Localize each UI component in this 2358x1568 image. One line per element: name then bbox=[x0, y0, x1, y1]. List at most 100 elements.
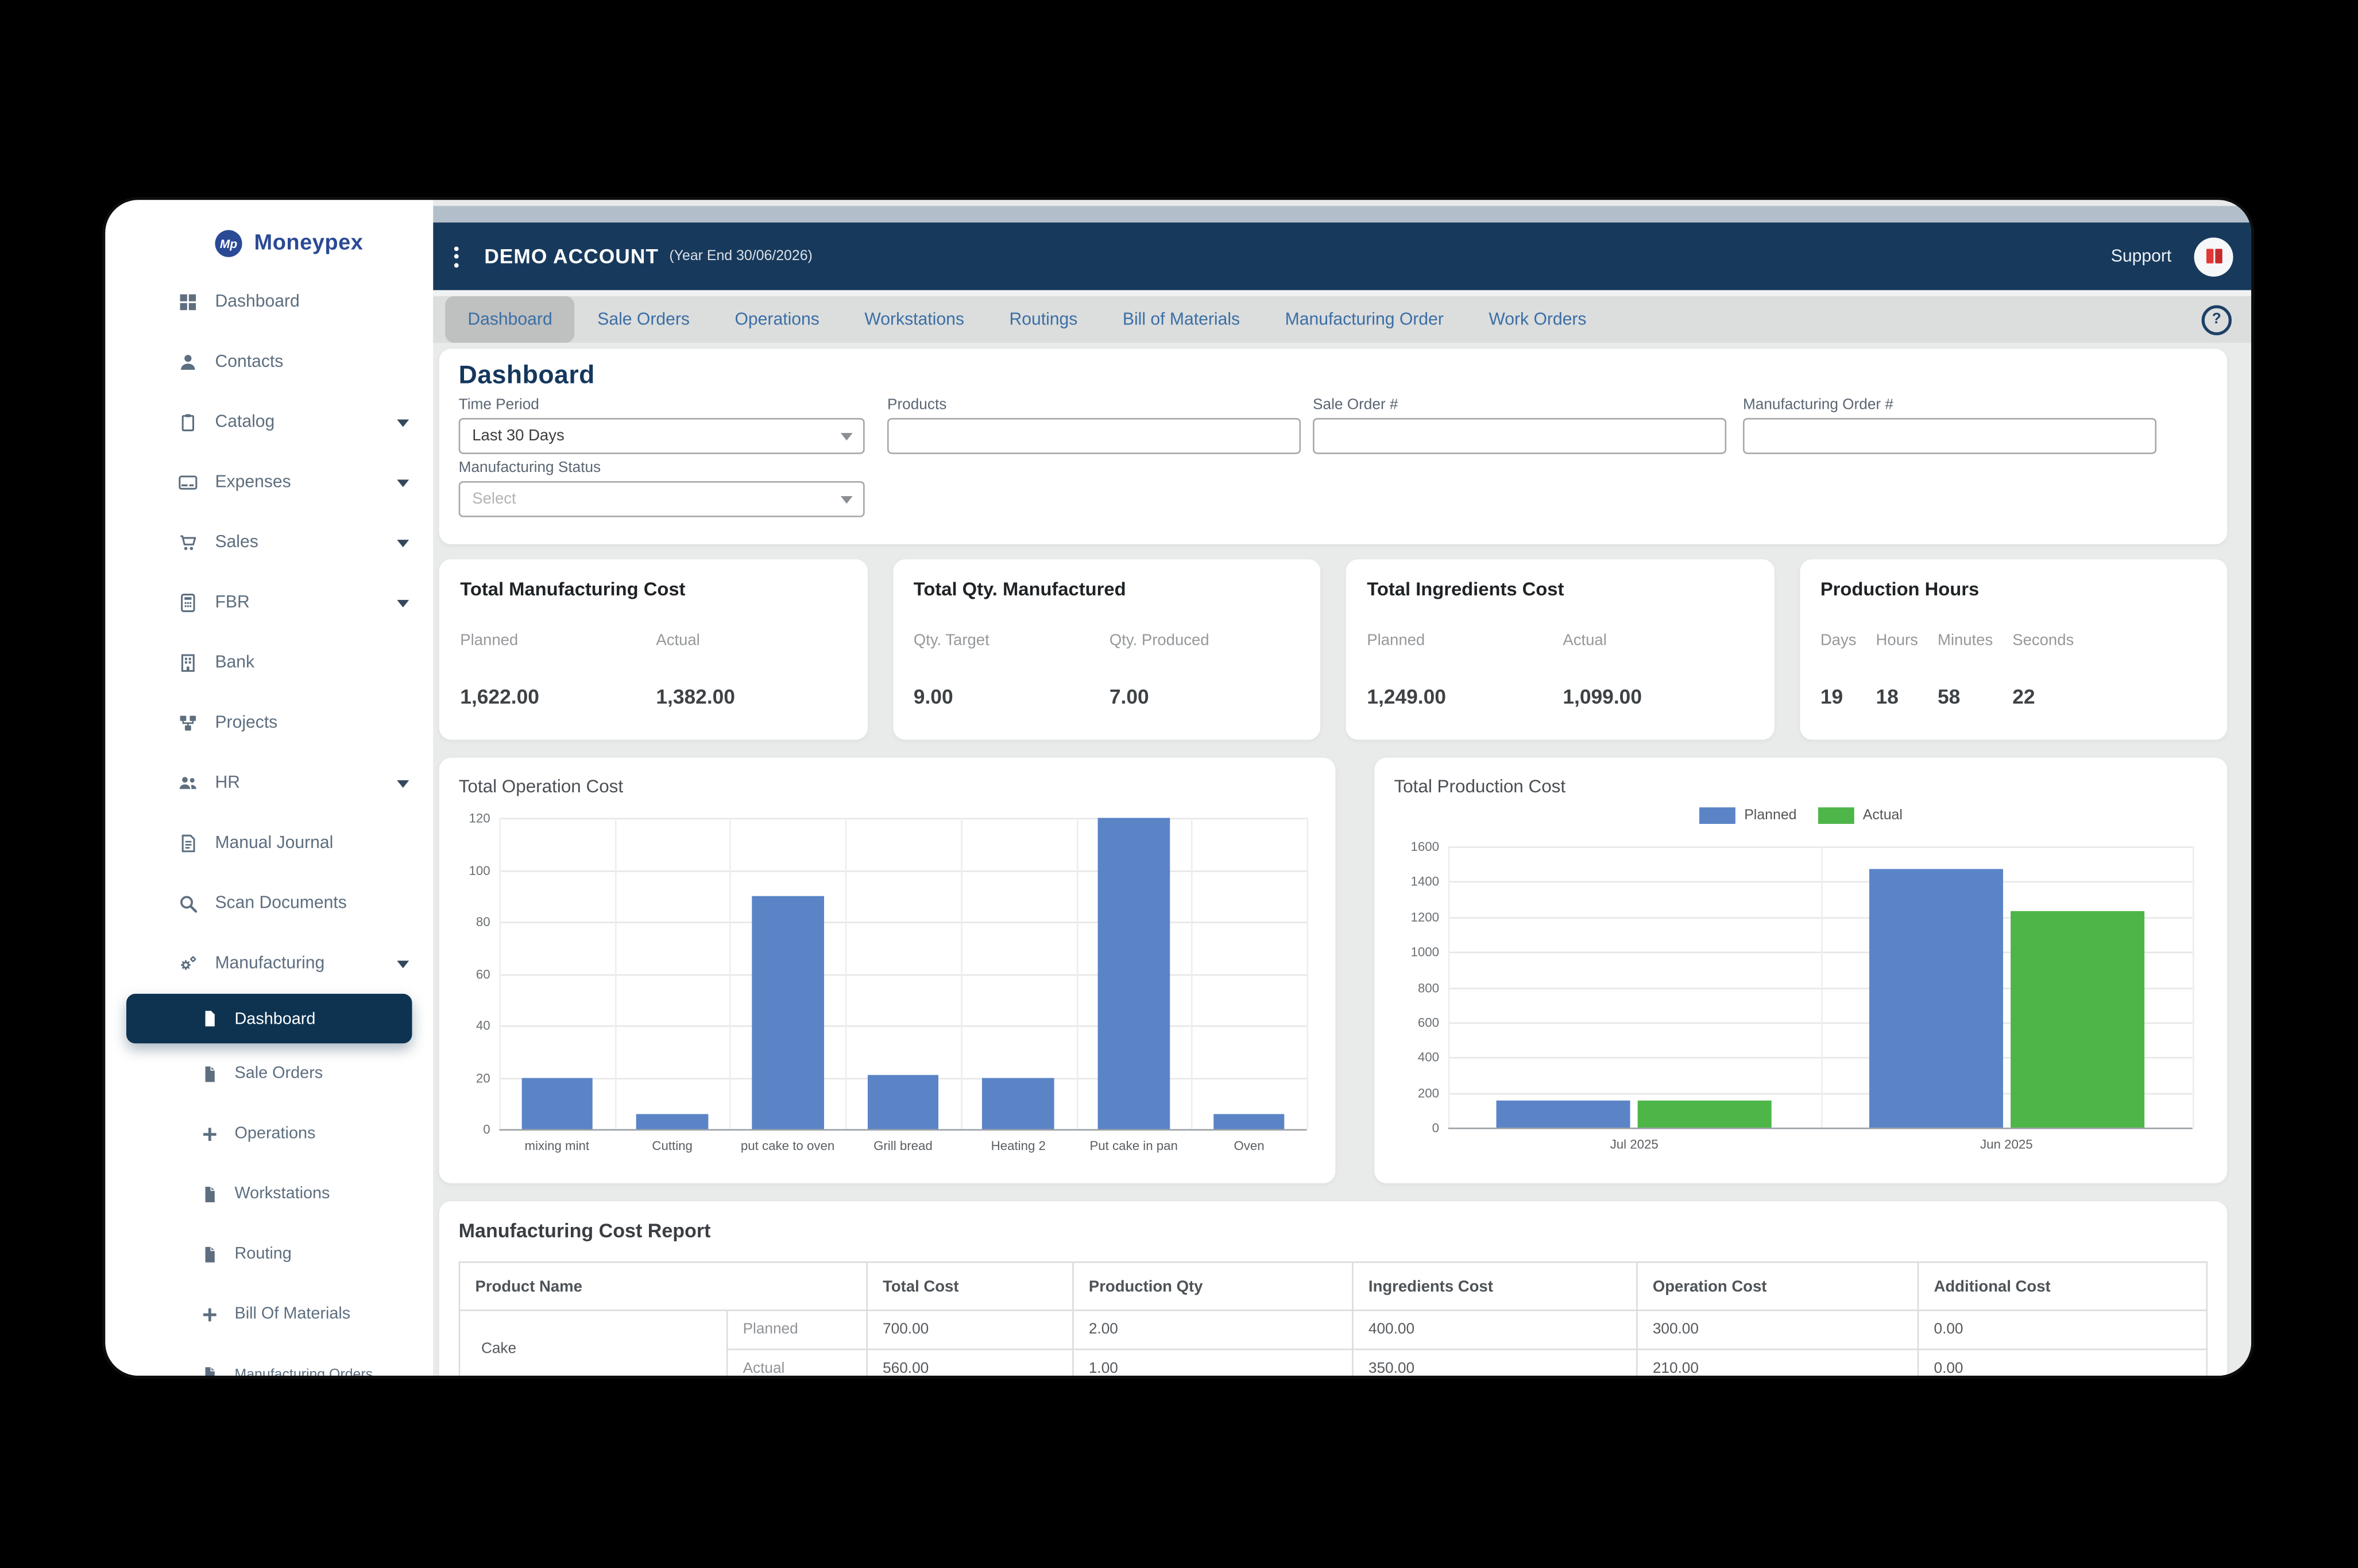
time-period-select[interactable]: Last 30 Days bbox=[459, 418, 865, 454]
manufacturing-status-label: Manufacturing Status bbox=[459, 460, 865, 477]
kpi-row: Total Manufacturing Cost Planned1,622.00… bbox=[439, 559, 2228, 740]
tab-operations[interactable]: Operations bbox=[712, 296, 842, 343]
products-input[interactable] bbox=[887, 418, 1301, 454]
sidebar-item-label: Projects bbox=[215, 714, 277, 732]
col-additional-cost: Additional Cost bbox=[1918, 1262, 2207, 1310]
sidebar-item-manufacturing[interactable]: Manufacturing bbox=[105, 934, 433, 994]
cell-operation-cost: 210.00 bbox=[1637, 1349, 1918, 1376]
sidebar-item-label: HR bbox=[215, 775, 240, 792]
avatar[interactable] bbox=[2194, 237, 2233, 276]
operation-cost-plot: 020406080100120mixing mintCuttingput cak… bbox=[459, 809, 1316, 1168]
sale-order-input[interactable] bbox=[1313, 418, 1726, 454]
cell-total-cost: 700.00 bbox=[867, 1310, 1073, 1349]
sidebar-item-bank[interactable]: Bank bbox=[105, 633, 433, 693]
cell-total-cost: 560.00 bbox=[867, 1349, 1073, 1376]
legend-label: Planned bbox=[1744, 807, 1796, 824]
cell-product: Cake bbox=[459, 1310, 727, 1376]
tab-routings[interactable]: Routings bbox=[987, 296, 1100, 343]
sale-order-field: Sale Order # bbox=[1313, 397, 1726, 454]
tab-dashboard[interactable]: Dashboard bbox=[445, 296, 575, 343]
kpi-title: Production Hours bbox=[1820, 579, 2206, 600]
sidebar-item-catalog[interactable]: Catalog bbox=[105, 392, 433, 452]
sidebar-subitem-dashboard[interactable]: Dashboard bbox=[126, 994, 412, 1043]
card-icon bbox=[177, 472, 199, 493]
tab-work-orders[interactable]: Work Orders bbox=[1466, 296, 1609, 343]
sidebar-subitem-routing[interactable]: Routing bbox=[105, 1224, 433, 1284]
kpi-total-ingredients-cost: Total Ingredients Cost Planned1,249.00 A… bbox=[1346, 559, 1774, 740]
sidebar-item-expenses[interactable]: Expenses bbox=[105, 452, 433, 513]
sidebar: Mp Moneypex Dashboard Contacts Catalog bbox=[105, 200, 433, 1376]
manufacturing-status-select[interactable]: Select bbox=[459, 481, 865, 517]
kpi-value: 19 bbox=[1820, 686, 1857, 708]
report-title: Manufacturing Cost Report bbox=[459, 1219, 2208, 1242]
kpi-value: 1,382.00 bbox=[656, 686, 852, 708]
search-icon bbox=[177, 893, 199, 914]
sidebar-subitem-bill-of-materials[interactable]: Bill Of Materials bbox=[105, 1284, 433, 1344]
support-link[interactable]: Support bbox=[2111, 247, 2171, 265]
cell-additional-cost: 0.00 bbox=[1918, 1349, 2207, 1376]
sidebar-subitem-operations[interactable]: Operations bbox=[105, 1104, 433, 1164]
kpi-label: Qty. Target bbox=[914, 632, 1110, 649]
sidebar-item-label: Dashboard bbox=[215, 293, 299, 311]
table-header-row: Product Name Total Cost Production Qty I… bbox=[459, 1262, 2207, 1310]
sidebar-item-dashboard[interactable]: Dashboard bbox=[105, 272, 433, 332]
sidebar-item-sales[interactable]: Sales bbox=[105, 513, 433, 573]
col-production-qty: Production Qty bbox=[1073, 1262, 1352, 1310]
sidebar-item-scan-documents[interactable]: Scan Documents bbox=[105, 873, 433, 934]
kpi-label: Hours bbox=[1876, 632, 1918, 649]
sidebar-item-contacts[interactable]: Contacts bbox=[105, 332, 433, 393]
kpi-value: 18 bbox=[1876, 686, 1918, 708]
tab-bill-of-materials[interactable]: Bill of Materials bbox=[1100, 296, 1263, 343]
sidebar-item-hr[interactable]: HR bbox=[105, 753, 433, 814]
kpi-value: 1,099.00 bbox=[1563, 686, 1758, 708]
cell-production-qty: 2.00 bbox=[1073, 1310, 1352, 1349]
file-icon bbox=[200, 1244, 219, 1264]
sidebar-subitem-label: Workstations bbox=[235, 1184, 330, 1202]
account-name: DEMO ACCOUNT bbox=[484, 245, 659, 268]
sidebar-item-label: Sales bbox=[215, 534, 258, 552]
kebab-menu-icon[interactable] bbox=[448, 240, 465, 273]
plus-icon bbox=[200, 1304, 219, 1324]
manufacturing-order-input[interactable] bbox=[1743, 418, 2156, 454]
sidebar-item-manual-journal[interactable]: Manual Journal bbox=[105, 814, 433, 874]
sidebar-subitem-label: Manufacturing Orders bbox=[235, 1366, 373, 1376]
sidebar-item-label: Manual Journal bbox=[215, 834, 333, 852]
sidebar-subitem-sale-orders[interactable]: Sale Orders bbox=[105, 1043, 433, 1104]
manufacturing-status-field: Manufacturing Status Select bbox=[459, 460, 865, 517]
cell-kind: Planned bbox=[727, 1310, 867, 1349]
building-icon bbox=[177, 652, 199, 673]
cell-kind: Actual bbox=[727, 1349, 867, 1376]
logo[interactable]: Mp Moneypex bbox=[105, 200, 433, 257]
kpi-value: 9.00 bbox=[914, 686, 1110, 708]
sidebar-subitem-workstations[interactable]: Workstations bbox=[105, 1164, 433, 1224]
sidebar-subitem-label: Routing bbox=[235, 1245, 292, 1263]
sidebar-item-label: Catalog bbox=[215, 413, 275, 431]
sidebar-item-fbr[interactable]: FBR bbox=[105, 573, 433, 633]
sidebar-item-label: FBR bbox=[215, 594, 249, 611]
operation-cost-chart-card: Total Operation Cost 020406080100120mixi… bbox=[439, 758, 1336, 1183]
chevron-down-icon bbox=[397, 780, 409, 788]
chevron-down-icon bbox=[397, 600, 409, 607]
tab-sale-orders[interactable]: Sale Orders bbox=[575, 296, 712, 343]
kpi-label: Minutes bbox=[1938, 632, 1993, 649]
kpi-total-qty-manufactured: Total Qty. Manufactured Qty. Target9.00 … bbox=[892, 559, 1320, 740]
tab-manufacturing-order[interactable]: Manufacturing Order bbox=[1262, 296, 1466, 343]
chevron-down-icon bbox=[841, 496, 853, 504]
manufacturing-cost-report-card: Manufacturing Cost Report Product Name T… bbox=[439, 1201, 2228, 1376]
help-icon[interactable]: ? bbox=[2202, 304, 2232, 334]
sidebar-subitem-label: Sale Orders bbox=[235, 1064, 323, 1082]
legend-item-planned: Planned bbox=[1699, 807, 1797, 824]
sidebar-item-projects[interactable]: Projects bbox=[105, 693, 433, 753]
sidebar-subitem-label: Operations bbox=[235, 1125, 316, 1143]
table-row: Cake Planned 700.00 2.00 400.00 300.00 0… bbox=[459, 1310, 2207, 1349]
tab-workstations[interactable]: Workstations bbox=[842, 296, 987, 343]
topbar-gap bbox=[433, 290, 2251, 296]
topbar: DEMO ACCOUNT (Year End 30/06/2026) Suppo… bbox=[433, 223, 2251, 291]
sidebar-item-label: Contacts bbox=[215, 353, 283, 371]
time-period-value: Last 30 Days bbox=[472, 427, 565, 445]
kpi-value: 7.00 bbox=[1110, 686, 1305, 708]
chevron-down-icon bbox=[397, 479, 409, 487]
sidebar-subitem-manufacturing-orders[interactable]: Manufacturing Orders bbox=[105, 1344, 433, 1376]
main-area: DEMO ACCOUNT (Year End 30/06/2026) Suppo… bbox=[433, 200, 2251, 1376]
kpi-title: Total Ingredients Cost bbox=[1367, 579, 1753, 600]
